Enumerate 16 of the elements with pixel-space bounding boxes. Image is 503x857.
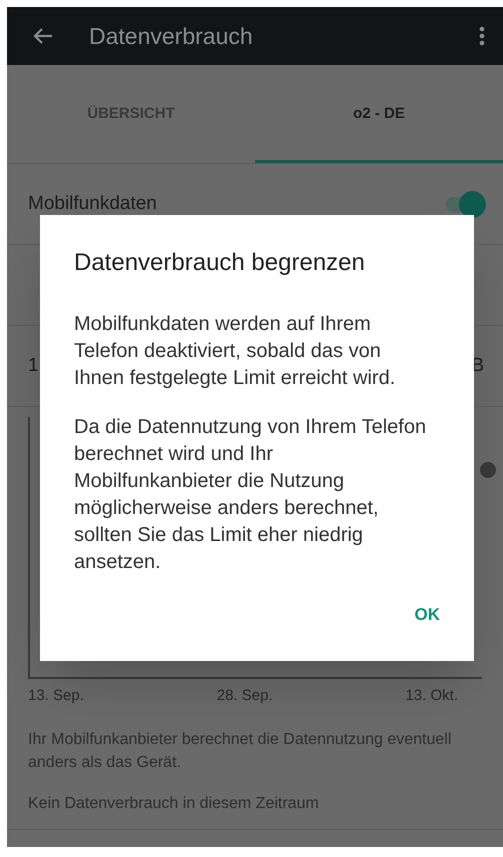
dialog-message: Da die Datennutzung von Ihrem Telefon berechnet wird und Ihr Mobilfunkanbieter die Nutzung möglicherweise anders berechnet, sollten Sie das Limit eher niedrig ansetzen. bbox=[74, 415, 428, 575]
axis-label: 28. Sep. bbox=[216, 686, 273, 706]
back-icon[interactable] bbox=[33, 27, 53, 45]
note-text: Kein Datenverbrauch in diesem Zeitraum bbox=[28, 794, 320, 814]
setting-label: 1 bbox=[28, 354, 39, 378]
ok-button[interactable]: OK bbox=[402, 596, 452, 633]
more-options-icon[interactable] bbox=[479, 26, 485, 46]
slider-handle[interactable] bbox=[480, 462, 496, 478]
dialog-message: Mobilfunkdaten werden auf Ihrem Telefon deaktiviert, sobald das von Ihnen festgelegte Limit erreicht wird. bbox=[74, 312, 396, 391]
note-text: Ihr Mobilfunkanbieter berechnet die Datennutzung eventuell anders als das Gerät. bbox=[28, 730, 452, 772]
tab[interactable]: o2 - DE bbox=[255, 65, 503, 163]
app-bar-title: Datenverbrauch bbox=[89, 22, 253, 51]
axis-label: 13. Sep. bbox=[28, 686, 84, 706]
setting-label: Mobilfunkdaten bbox=[28, 192, 157, 216]
dialog-title: Datenverbrauch begrenzen bbox=[74, 248, 366, 278]
axis-label: 13. Okt. bbox=[405, 686, 458, 706]
